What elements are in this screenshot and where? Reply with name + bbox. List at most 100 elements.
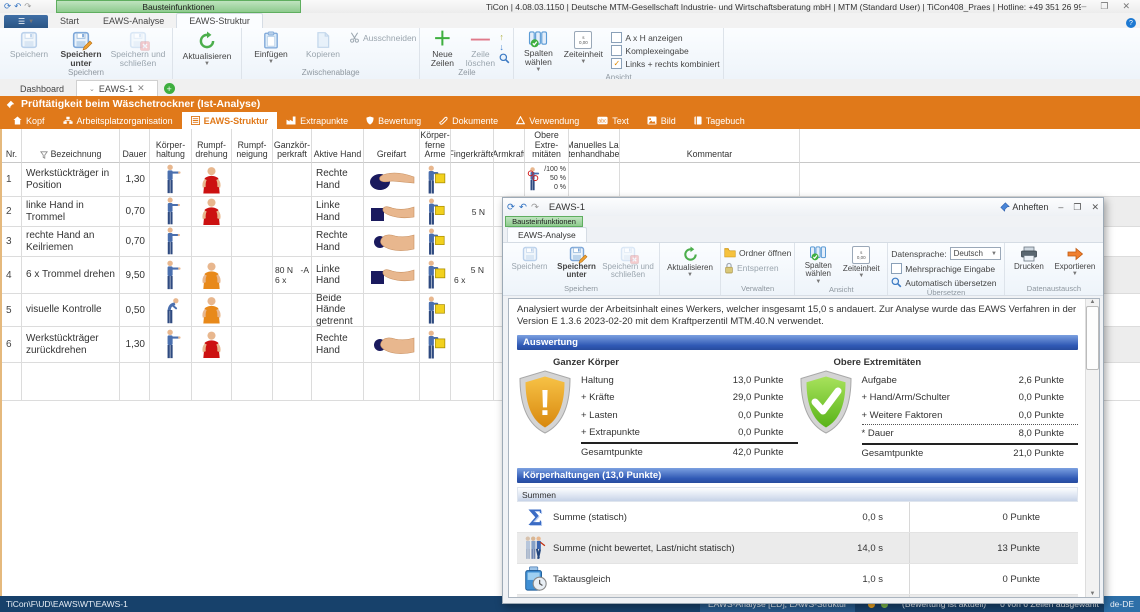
close-button[interactable]: ✕	[1091, 202, 1099, 213]
tab-start[interactable]: Start	[48, 14, 91, 28]
save-close-button[interactable]: Speichern und schließen	[600, 244, 656, 284]
scroll-up-icon[interactable]: ▲	[1090, 299, 1096, 305]
summen-row[interactable]: Taktausgleich 1,0 s 0 Punkte	[517, 564, 1078, 595]
delete-row-button[interactable]: — Zeile löschen	[461, 29, 499, 68]
page-tab-extrapunkte[interactable]: Extrapunkte	[277, 112, 357, 129]
col-header-kommentar[interactable]: Kommentar	[620, 129, 800, 163]
save-as-button[interactable]: Speichern unter	[55, 29, 107, 68]
summen-row[interactable]: Summe (nicht bewertet, Last/nicht statis…	[517, 533, 1078, 564]
doc-tab-dashboard[interactable]: Dashboard	[8, 82, 76, 96]
save-button[interactable]: Speichern	[506, 244, 553, 284]
save-as-button[interactable]: Speichern unter	[553, 244, 600, 284]
undo-icon[interactable]: ↶	[14, 1, 21, 12]
table-row[interactable]: 1 Werkstückträger in Position 1,30 Recht…	[2, 163, 1140, 197]
dialog-titlebar[interactable]: ⟳ ↶ ↷ EAWS-1 Anheften – ❐ ✕	[503, 198, 1103, 216]
add-rows-button[interactable]: ＋ Neue Zeilen	[423, 29, 461, 68]
print-button[interactable]: Drucken	[1008, 244, 1050, 284]
col-header-fingerkraefte[interactable]: Fingerkräfte	[451, 129, 494, 163]
page-tab-tagebuch[interactable]: Tagebuch	[685, 112, 754, 129]
cut-button[interactable]: Ausschneiden	[349, 32, 416, 43]
col-header-koerperhaltung[interactable]: Körper- haltung	[150, 129, 192, 163]
page-tab-eaws-struktur[interactable]: EAWS-Struktur	[182, 112, 278, 129]
doc-tab-eaws1[interactable]: ⌄ EAWS-1 ✕	[76, 80, 158, 96]
time-unit-button[interactable]: s0,00 Zeiteinheit ▼	[838, 244, 884, 285]
maximize-button[interactable]: ❐	[1100, 1, 1108, 12]
scrollbar-thumb[interactable]	[1086, 306, 1099, 370]
save-button[interactable]: Speichern	[3, 29, 55, 68]
copy-button[interactable]: Kopieren	[297, 29, 349, 68]
new-tab-button[interactable]: +	[164, 83, 175, 94]
page-tab-kopf[interactable]: Kopf	[4, 112, 54, 129]
checkbox-links-rechts[interactable]: Links + rechts kombiniert	[611, 58, 719, 69]
page-tab-verwendung[interactable]: Verwendung	[507, 112, 588, 129]
close-button[interactable]: ✕	[1122, 1, 1130, 12]
scroll-down-icon[interactable]: ▼	[1090, 591, 1096, 597]
summen-row[interactable]: Σ Summe (statisch) 0,0 s 0 Punkte	[517, 502, 1078, 533]
data-language-select[interactable]: Deutsch▼	[950, 247, 1001, 260]
time-unit-button[interactable]: s0,00 Zeiteinheit ▼	[559, 29, 607, 73]
col-header-dauer[interactable]: Dauer	[120, 129, 150, 163]
move-up-icon[interactable]: ↑	[499, 32, 510, 42]
open-folder-button[interactable]: Ordner öffnen	[724, 247, 791, 258]
checkbox-mehrsprachig[interactable]: Mehrsprachige Eingabe	[891, 263, 1001, 274]
tab-eaws-analyse[interactable]: EAWS-Analyse	[91, 14, 176, 28]
person-torso-red-icon	[199, 330, 224, 359]
col-header-nr[interactable]: Nr.	[2, 129, 22, 163]
refresh-button[interactable]: Aktualisieren ▼	[663, 244, 717, 284]
page-tab-bild[interactable]: Bild	[638, 112, 685, 129]
move-down-icon[interactable]: ↓	[499, 42, 510, 52]
page-tab-dokumente[interactable]: Dokumente	[430, 112, 507, 129]
choose-columns-button[interactable]: Spalten wählen ▼	[798, 244, 838, 285]
col-header-manuelles[interactable]: Manuelles La- stenhandhaben	[569, 129, 620, 163]
koerperhaltungen-banner: Körperhaltungen (13,0 Punkte)	[517, 468, 1078, 483]
page-tab-bewertung[interactable]: Bewertung	[357, 112, 430, 129]
save-close-button[interactable]: Speichern und schließen	[107, 29, 169, 68]
col-header-bezeichnung[interactable]: Bezeichnung	[22, 129, 120, 163]
col-header-obere-extremitaeten[interactable]: Obere Extre- mitäten	[525, 129, 569, 163]
minimize-button[interactable]: –	[1058, 202, 1063, 212]
redo-icon[interactable]: ↷	[531, 202, 539, 213]
export-button[interactable]: Exportieren ▼	[1050, 244, 1100, 284]
person-standing-icon	[161, 197, 181, 226]
col-header-greifart[interactable]: Greifart	[364, 129, 420, 163]
maximize-button[interactable]: ❐	[1073, 202, 1081, 213]
contextual-tab-header[interactable]: Bausteinfunktionen	[56, 0, 301, 13]
col-header-rumpfneigung[interactable]: Rumpf- neigung	[232, 129, 273, 163]
search-icon[interactable]	[499, 53, 510, 64]
paste-button[interactable]: Einfügen ▼	[245, 29, 297, 68]
dialog-contextual-tab[interactable]: Bausteinfunktionen	[505, 216, 583, 227]
svg-text:abc: abc	[599, 118, 608, 124]
page-tab-arbeitsplatzorganisation[interactable]: Arbeitsplatzorganisation	[54, 112, 182, 129]
refresh-icon[interactable]: ⟳	[507, 202, 515, 213]
close-tab-icon[interactable]: ✕	[137, 83, 145, 94]
redo-icon[interactable]: ↷	[24, 1, 31, 12]
col-header-aktive-hand[interactable]: Aktive Hand	[312, 129, 364, 163]
pin-button[interactable]: Anheften	[1000, 202, 1048, 212]
col-header-armkraft[interactable]: Armkraft	[494, 129, 525, 163]
page-tab-text[interactable]: abc Text	[588, 112, 638, 129]
col-header-ganzkoerperkraft[interactable]: Ganzkör- perkraft	[273, 129, 312, 163]
checkbox-axh[interactable]: A x H anzeigen	[611, 32, 719, 43]
minimize-button[interactable]: –	[1081, 1, 1086, 12]
auto-translate-button[interactable]: Automatisch übersetzen	[891, 277, 1001, 288]
col-header-rumpfdrehung[interactable]: Rumpf- drehung	[192, 129, 232, 163]
summen-row[interactable]: Σ Summe (insgesamt) 15,0 s 13 Punkte	[517, 595, 1078, 598]
app-menu-button[interactable]: ☰▼	[4, 15, 48, 28]
refresh-icon[interactable]: ⟳	[4, 1, 11, 12]
unlock-button[interactable]: Entsperren	[724, 262, 791, 274]
col-header-koerperferne-arme[interactable]: Körper- ferne Arme	[420, 129, 451, 163]
columns-icon	[809, 246, 827, 261]
cut-icon	[349, 32, 360, 43]
choose-columns-button[interactable]: Spalten wählen ▼	[517, 29, 559, 73]
dialog-tab-eaws-analyse[interactable]: EAWS-Analyse	[507, 227, 587, 242]
refresh-button[interactable]: Aktualisieren ▼	[176, 29, 238, 68]
filter-icon	[40, 151, 48, 159]
tab-eaws-struktur[interactable]: EAWS-Struktur	[176, 13, 263, 28]
person-carry-icon	[423, 296, 447, 325]
undo-icon[interactable]: ↶	[519, 202, 527, 213]
help-icon[interactable]: ?	[1126, 18, 1136, 28]
checkbox-komplexeingabe[interactable]: Komplexeingabe	[611, 45, 719, 56]
paste-icon	[262, 31, 280, 49]
dialog-scrollbar[interactable]: ▲ ▼	[1085, 299, 1099, 597]
status-language[interactable]: de-DE	[1104, 596, 1140, 612]
